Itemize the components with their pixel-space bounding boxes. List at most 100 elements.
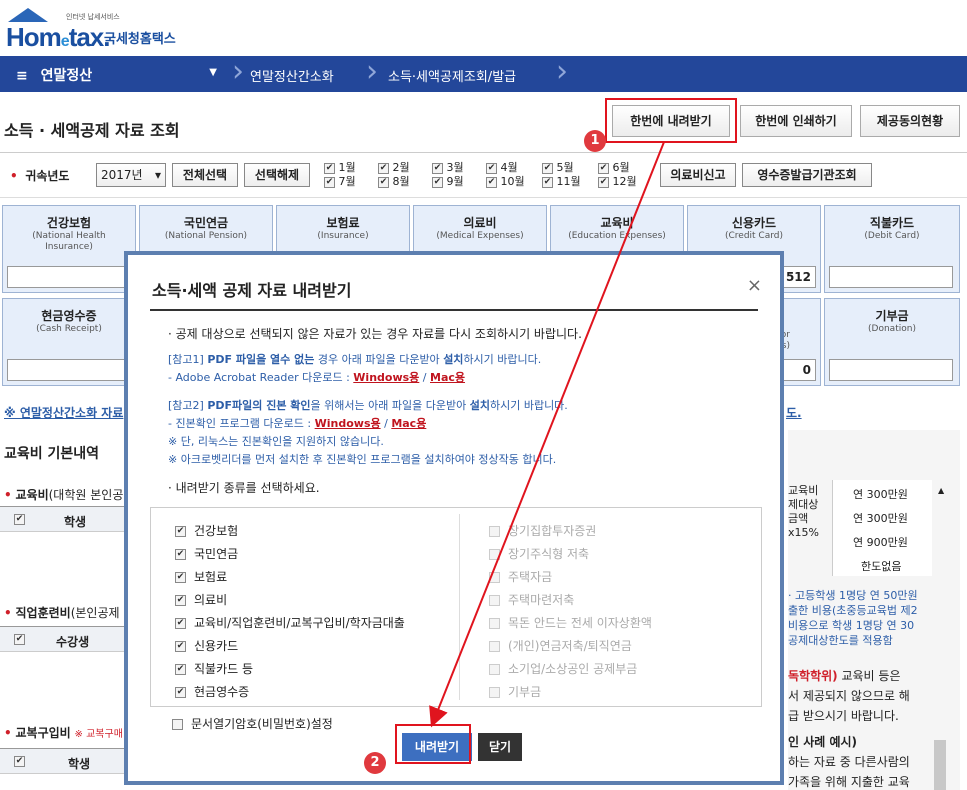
deselect-button[interactable]: 선택해제 <box>244 163 310 187</box>
month-checkbox[interactable]: ✔ 1월 <box>324 161 356 175</box>
card-subtitle: (Credit Card) <box>724 231 783 241</box>
right-info-panel: 교육비 제대상 금액 x15% 연 300만원 연 300만원 연 900만원 한도없… <box>788 430 960 790</box>
download-type-options: ✔ 건강보험 ✔ 국민연금 ✔ 보험료 ✔ 의료비 ✔ 교육비/직업훈련비/교복구입비/학… <box>150 507 762 707</box>
card-debit-card[interactable]: 직불카드 (Debit Card) <box>824 205 960 293</box>
checkbox-icon <box>489 572 500 583</box>
check-icon: ✔ <box>542 176 553 188</box>
card-title: 국민연금 <box>183 216 229 230</box>
month-checkbox[interactable]: ✔ 10월 <box>486 175 525 189</box>
hometax-logo[interactable]: 인터넷 납세서비스 Hometax. 국세청홈택스 <box>4 4 214 52</box>
card-title: 신용카드 <box>731 216 777 230</box>
option-donation[interactable]: 기부금 <box>489 683 541 700</box>
option-insurance[interactable]: ✔ 보험료 <box>175 568 227 585</box>
card-donation[interactable]: 기부금 (Donation) <box>824 298 960 386</box>
panel-text: 교육비 제대상 금액 x15% <box>788 484 819 539</box>
print-all-button[interactable]: 한번에 인쇄하기 <box>740 105 852 137</box>
option-pension-savings[interactable]: (개인)연금저축/퇴직연금 <box>489 637 632 654</box>
option-medical[interactable]: ✔ 의료비 <box>175 591 227 608</box>
nav-menu-dropdown[interactable]: ≡ 연말정산 ▼ <box>0 56 235 92</box>
month-group: ✔ 2월 ✔ 8월 <box>378 161 410 189</box>
medical-report-button[interactable]: 의료비신고 <box>660 163 736 187</box>
month-checkbox[interactable]: ✔ 11월 <box>542 175 581 189</box>
uniform-row-label: • 교복구입비 ※ 교복구매 <box>4 726 123 740</box>
verify-download-row: - 진본확인 프로그램 다운로드 : Windows용 / Mac용 <box>168 417 427 430</box>
check-icon[interactable]: ✔ <box>14 634 25 645</box>
check-icon: ✔ <box>324 162 335 174</box>
logo-tagline: 인터넷 납세서비스 <box>66 13 120 21</box>
close-icon[interactable]: × <box>747 275 762 296</box>
house-roof-icon <box>8 8 48 22</box>
card-amount <box>7 359 131 381</box>
option-housing-savings[interactable]: 주택마련저축 <box>489 591 574 608</box>
checkbox-icon <box>489 641 500 652</box>
check-icon: ✔ <box>378 176 389 188</box>
check-icon: ✔ <box>175 641 186 652</box>
top-nav-bar: ≡ 연말정산 ▼ › 연말정산간소화 › 소득·세액공제조회/발급 › <box>0 56 967 92</box>
option-health-insurance[interactable]: ✔ 건강보험 <box>175 522 238 539</box>
check-icon: ✔ <box>378 162 389 174</box>
card-title: 현금영수증 <box>41 309 97 323</box>
vocational-table-header: ✔ 수강생 <box>0 626 124 652</box>
breadcrumb-year-end[interactable]: 연말정산간소화 <box>250 56 334 92</box>
card-title: 건강보험 <box>46 216 92 230</box>
option-debit-card[interactable]: ✔ 직불카드 등 <box>175 660 253 677</box>
card-health-insurance[interactable]: 건강보험 (National Health Insurance) <box>2 205 136 293</box>
check-icon: ✔ <box>432 176 443 188</box>
check-icon: ✔ <box>175 664 186 675</box>
check-icon: ✔ <box>598 162 609 174</box>
year-end-notice-link[interactable]: ※ 연말정산간소화 자료 <box>4 404 123 421</box>
verify-mac-link[interactable]: Mac용 <box>391 417 426 430</box>
option-long-term-stock[interactable]: 장기주식형 저축 <box>489 545 589 562</box>
scrollbar-thumb[interactable] <box>934 740 946 790</box>
year-select[interactable]: 2017년 ▾ <box>96 163 166 187</box>
dialog-instruction: · 공제 대상으로 선택되지 않은 자료가 있는 경우 자료를 다시 조회하시기… <box>168 327 582 341</box>
close-button[interactable]: 닫기 <box>478 733 522 761</box>
breadcrumb-deduction[interactable]: 소득·세액공제조회/발급 <box>388 56 516 92</box>
option-jeonse-interest[interactable]: 목돈 안드는 전세 이자상환액 <box>489 614 652 631</box>
month-checkbox[interactable]: ✔ 6월 <box>598 161 637 175</box>
check-icon: ✔ <box>175 618 186 629</box>
option-small-business[interactable]: 소기업/소상공인 공제부금 <box>489 660 637 677</box>
month-checkbox[interactable]: ✔ 2월 <box>378 161 410 175</box>
education-row-label: • 교육비(대학원 본인공 <box>4 488 124 502</box>
notice-link-tail[interactable]: 도. <box>786 404 802 421</box>
month-checkbox[interactable]: ✔ 8월 <box>378 175 410 189</box>
month-checkbox[interactable]: ✔ 4월 <box>486 161 525 175</box>
month-group: ✔ 6월 ✔ 12월 <box>598 161 637 189</box>
month-group: ✔ 5월 ✔ 11월 <box>542 161 581 189</box>
option-credit-card[interactable]: ✔ 신용카드 <box>175 637 238 654</box>
check-icon: ✔ <box>486 176 497 188</box>
select-all-button[interactable]: 전체선택 <box>172 163 238 187</box>
month-checkbox[interactable]: ✔ 9월 <box>432 175 464 189</box>
card-title: 기부금 <box>875 309 909 323</box>
option-long-term-fund[interactable]: 장기집합투자증권 <box>489 522 596 539</box>
consent-status-button[interactable]: 제공동의현황 <box>860 105 960 137</box>
acrobat-windows-link[interactable]: Windows용 <box>353 371 419 384</box>
checkbox-icon <box>489 687 500 698</box>
scroll-up-icon[interactable]: ▲ <box>938 486 944 495</box>
month-group: ✔ 3월 ✔ 9월 <box>432 161 464 189</box>
option-education[interactable]: ✔ 교육비/직업훈련비/교복구입비/학자금대출 <box>175 614 405 631</box>
month-checkbox[interactable]: ✔ 3월 <box>432 161 464 175</box>
option-cash-receipt[interactable]: ✔ 현금영수증 <box>175 683 249 700</box>
card-cash-receipt[interactable]: 현금영수증 (Cash Receipt) <box>2 298 136 386</box>
month-checkbox[interactable]: ✔ 7월 <box>324 175 356 189</box>
check-icon[interactable]: ✔ <box>14 756 25 767</box>
checkbox-icon <box>489 549 500 560</box>
card-subtitle: (Education Expenses) <box>568 231 666 241</box>
check-icon[interactable]: ✔ <box>14 514 25 525</box>
acrobat-mac-link[interactable]: Mac용 <box>430 371 465 384</box>
month-checkbox[interactable]: ✔ 12월 <box>598 175 637 189</box>
card-amount <box>829 359 953 381</box>
password-option[interactable]: 문서열기암호(비밀번호)설정 <box>172 715 333 732</box>
receipt-agency-button[interactable]: 영수증발급기관조회 <box>742 163 872 187</box>
card-title: 교육비 <box>600 216 634 230</box>
checkbox-icon <box>172 719 183 730</box>
option-national-pension[interactable]: ✔ 국민연금 <box>175 545 238 562</box>
check-icon: ✔ <box>175 595 186 606</box>
option-housing-fund[interactable]: 주택자금 <box>489 568 552 585</box>
filter-row: • 귀속년도 2017년 ▾ 전체선택 선택해제 ✔ 1월 ✔ 7월 ✔ 2월 ✔… <box>0 152 967 198</box>
hamburger-icon: ≡ <box>16 68 28 84</box>
verify-windows-link[interactable]: Windows용 <box>315 417 381 430</box>
month-checkbox[interactable]: ✔ 5월 <box>542 161 581 175</box>
